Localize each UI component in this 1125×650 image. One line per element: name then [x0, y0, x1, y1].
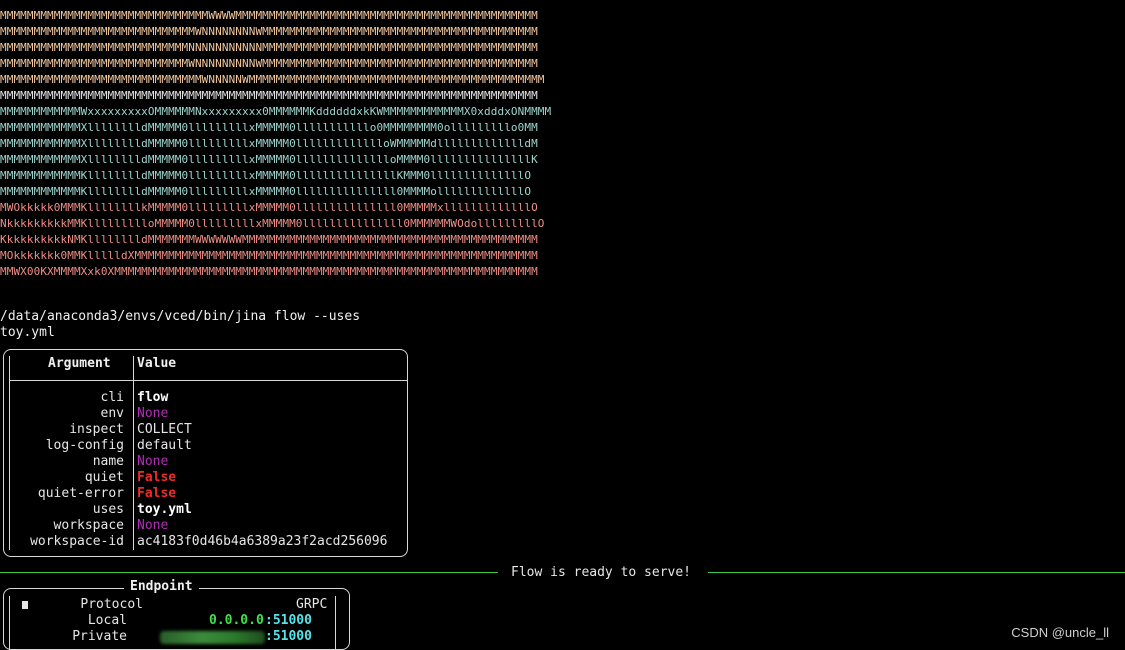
logo-line: MMMMMMMMMMMMKlllllllldMMMMM0lllllllllxMM… — [0, 169, 532, 182]
logo-line: MMWX00KXMMMMXxk0XMMMMMMMMMMMMMMMMMMMMMMM… — [0, 265, 538, 278]
logo-line: MMMMMMMMMMMMMMMMMMMMMMMMMMMMMMMMMMMMMMMM… — [0, 89, 538, 102]
argument-value: COLLECT — [137, 422, 192, 437]
logo-line: MMMMMMMMMMMMXlllllllldMMMMM0lllllllllxMM… — [0, 137, 538, 150]
flow-ready-status: Flow is ready to serve! — [511, 565, 692, 580]
redacted-private-host — [160, 631, 265, 644]
argument-value: toy.yml — [137, 502, 192, 517]
private-label: Private — [72, 629, 127, 644]
logo-line: KkkkkkkkkkNMKlllllllldMMMMMMMWWWWWWWMMMM… — [0, 233, 538, 246]
logo-line: MMMMMMMMMMMMMMMMMMMMMMMMMMMMNNNNNNNNNNNM… — [0, 41, 538, 54]
protocol-label: Protocol — [80, 597, 143, 612]
local-label: Local — [87, 613, 127, 628]
argument-value: None — [137, 454, 169, 469]
endpoint-title: Endpoint — [124, 579, 199, 594]
argument-key: quiet-error — [37, 486, 124, 501]
private-port[interactable]: :51000 — [265, 629, 312, 645]
argument-key: env — [100, 406, 124, 421]
argument-value: None — [137, 406, 169, 421]
argument-key: log-config — [45, 438, 124, 453]
logo-line: MMMMMMMMMMMMMMMMMMMMMMMMMMMMMWNNNNNNNNWM… — [0, 25, 538, 38]
argument-value: default — [137, 438, 192, 453]
logo-line: MMMMMMMMMMMMMMMMMMMMMMMMMMMMWNNNNNNNNNWM… — [0, 57, 538, 70]
logo-line: MMMMMMMMMMMMWxxxxxxxxxOMMMMMMNxxxxxxxxx0… — [0, 105, 552, 118]
argument-key: name — [92, 454, 124, 469]
argument-value: ac4183f0d46b4a6389a23f2acd256096 — [137, 534, 388, 549]
command-line: /data/anaconda3/envs/vced/bin/jina flow … — [0, 309, 361, 324]
argument-key: quiet — [84, 470, 124, 485]
argument-value: flow — [137, 390, 169, 405]
protocol-value: GRPC — [296, 597, 328, 612]
bullet-icon — [22, 601, 28, 609]
argument-key: inspect — [69, 422, 124, 437]
argument-value: False — [137, 486, 177, 501]
argument-column-header: Argument — [48, 356, 111, 371]
argument-value: False — [137, 470, 177, 485]
logo-line: MMMMMMMMMMMMXlllllllldMMMMM0lllllllllxMM… — [0, 121, 538, 134]
argument-key: workspace — [53, 518, 124, 533]
command-line-continuation: toy.yml — [0, 325, 55, 340]
logo-line: MOkkkkkkk0MMKllllldXMMMMMMMMMMMMMMMMMMMM… — [0, 249, 538, 262]
logo-line: NkkkkkkkkkMMKllllllllloMMMMM0lllllllllxM… — [0, 217, 545, 230]
separator-rule-left — [0, 572, 498, 573]
logo-line: MMMMMMMMMMMMMMMMMMMMMMMMMMMMMMWNNNNNWMMM… — [0, 73, 545, 86]
local-port[interactable]: :51000 — [265, 613, 312, 629]
local-host[interactable]: 0.0.0.0 — [209, 613, 264, 629]
jina-ascii-logo: MMMMMMMMMMMMMMMMMMMMMMMMMMMMMMMWWWWMMMMM… — [0, 8, 642, 278]
argument-table: Argument Value cli flow env None inspect COLL… — [3, 349, 408, 557]
separator-rule-right — [708, 572, 1125, 573]
argument-key: workspace-id — [30, 534, 124, 549]
logo-line: MMMMMMMMMMMMMMMMMMMMMMMMMMMMMMMWWWWMMMMM… — [0, 9, 538, 22]
logo-line: MWOkkkkk0MMMKllllllllkMMMMM0lllllllllxMM… — [0, 201, 538, 214]
logo-line: MMMMMMMMMMMMXlllllllldMMMMM0lllllllllxMM… — [0, 153, 538, 166]
value-column-header: Value — [137, 356, 177, 371]
argument-key: cli — [100, 390, 124, 405]
csdn-watermark: CSDN @uncle_ll — [1011, 625, 1109, 640]
argument-value: None — [137, 518, 169, 533]
argument-key: uses — [92, 502, 124, 517]
logo-line: MMMMMMMMMMMMKlllllllldMMMMM0lllllllllxMM… — [0, 185, 532, 198]
